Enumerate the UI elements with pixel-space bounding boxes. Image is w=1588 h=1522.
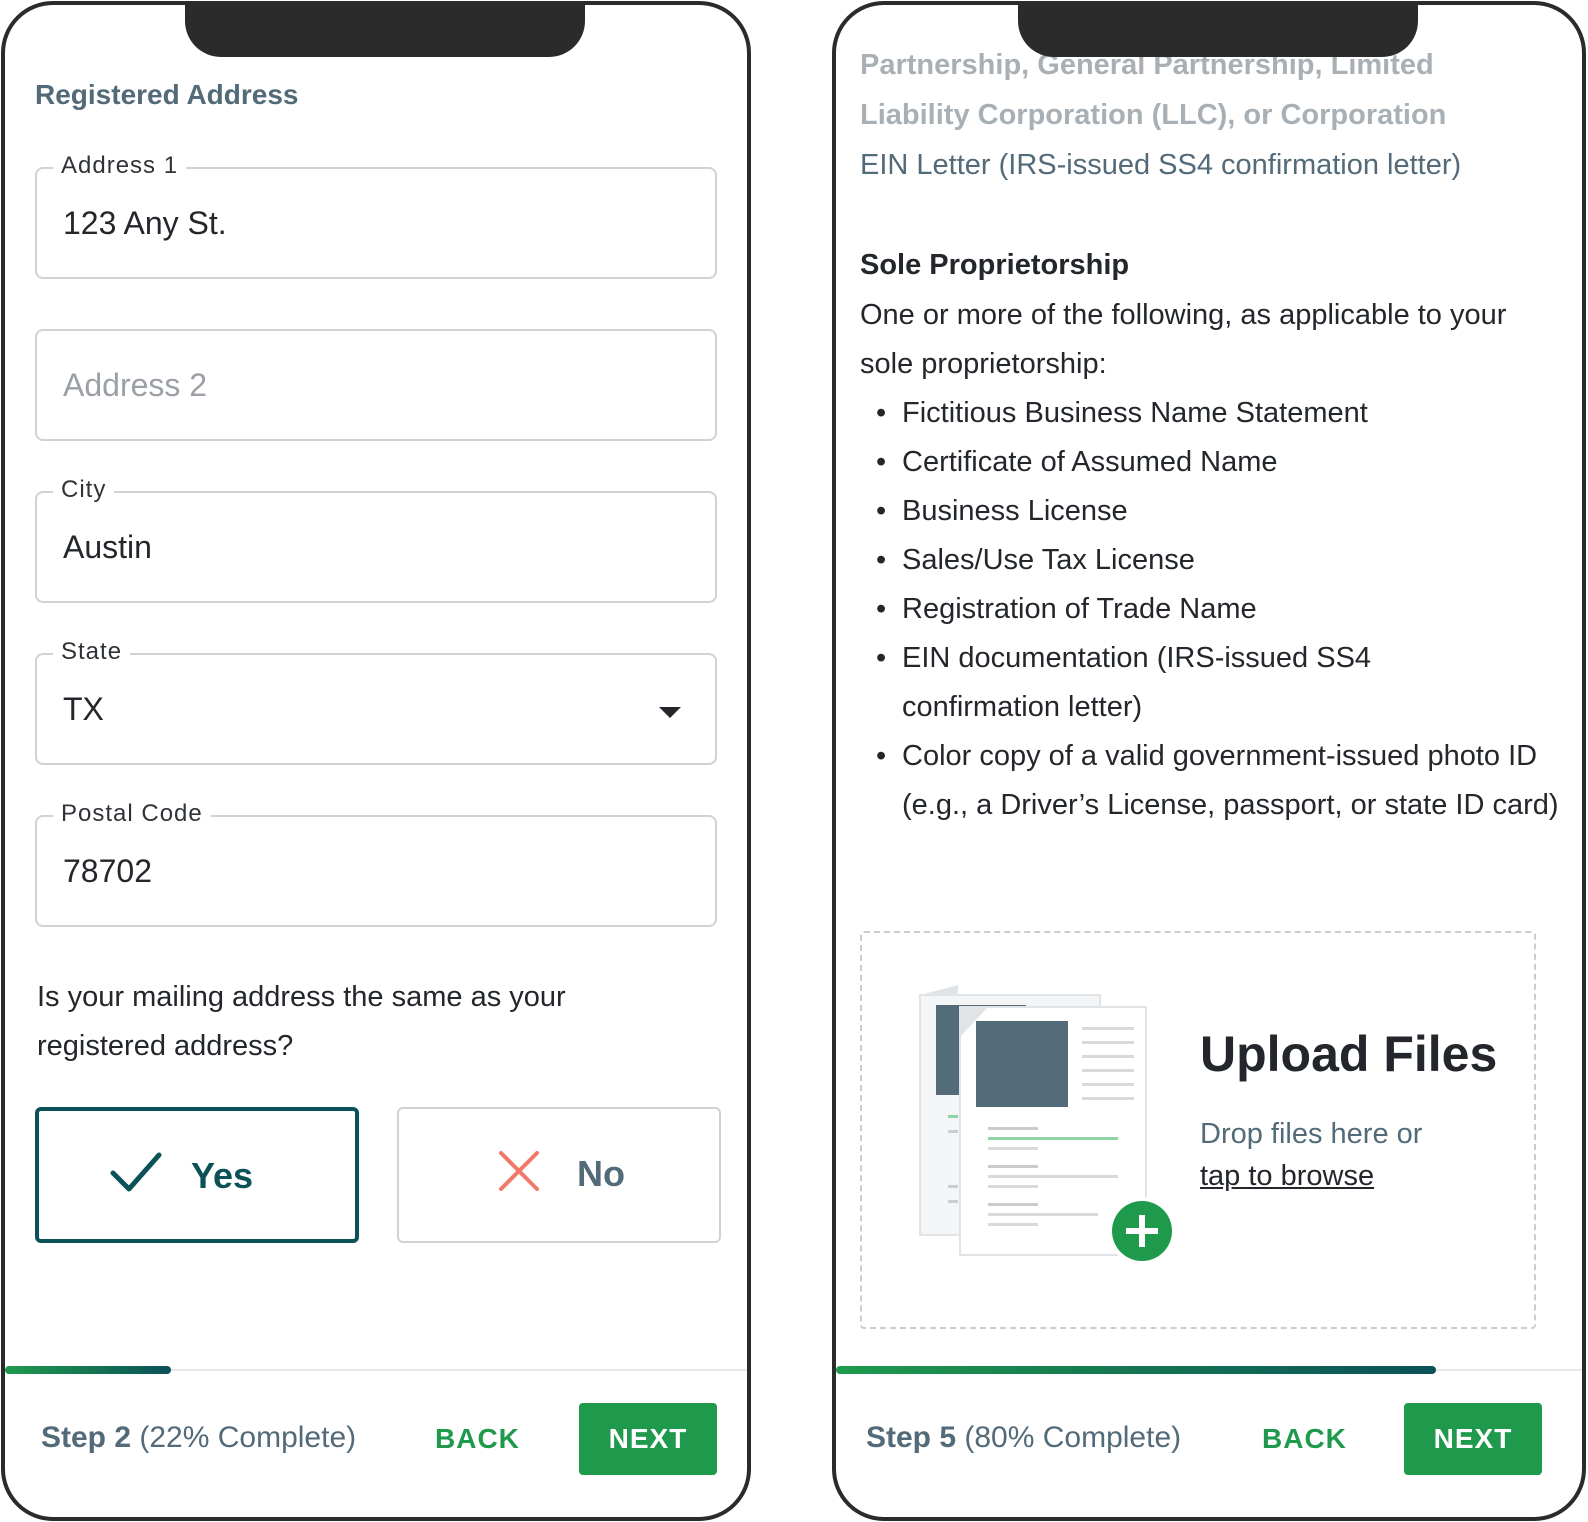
postal-code-field[interactable]: Postal Code 78702	[35, 800, 717, 927]
list-item: EIN documentation (IRS-issued SS4 confir…	[860, 634, 1420, 732]
step-percent: (80% Complete)	[964, 1421, 1182, 1454]
list-item: Business License	[860, 487, 1560, 536]
mailing-address-question: Is your mailing address the same as your…	[37, 981, 566, 1062]
city-value[interactable]: Austin	[63, 529, 152, 566]
state-value[interactable]: TX	[63, 691, 104, 728]
upload-dropzone[interactable]: Upload Files Drop files here or tap to b…	[860, 931, 1536, 1329]
address1-label: Address 1	[53, 152, 187, 180]
next-button[interactable]: NEXT	[579, 1403, 717, 1475]
sole-proprietorship-description: One or more of the following, as applica…	[860, 299, 1507, 380]
progress-bar	[5, 1366, 171, 1374]
address1-value[interactable]: 123 Any St.	[63, 205, 227, 242]
upload-title: Upload Files	[1200, 1026, 1498, 1082]
state-label: State	[53, 638, 131, 666]
yes-option-button[interactable]: Yes	[35, 1107, 359, 1243]
ein-letter-text: EIN Letter (IRS-issued SS4 confirmation …	[860, 149, 1462, 181]
sole-proprietorship-title: Sole Proprietorship	[860, 249, 1130, 281]
city-label: City	[53, 476, 115, 504]
phone-notch	[1018, 5, 1418, 57]
address2-field[interactable]: Address 2	[35, 329, 717, 441]
phone-frame-right: Partnership, General Partnership, Limite…	[832, 1, 1586, 1521]
back-button[interactable]: BACK	[435, 1423, 520, 1455]
progress-bar	[836, 1366, 1436, 1374]
step-percent: (22% Complete)	[139, 1421, 357, 1454]
browse-link[interactable]: tap to browse	[1200, 1155, 1374, 1197]
section-title: Registered Address	[35, 79, 299, 110]
state-select[interactable]: State TX	[35, 638, 717, 765]
list-item: Color copy of a valid government-issued …	[860, 732, 1560, 830]
list-item: Sales/Use Tax License	[860, 536, 1560, 585]
phone-frame-left: Registered Address Address 1 123 Any St.…	[1, 1, 751, 1521]
plus-circle-icon[interactable]	[1106, 1195, 1178, 1267]
faded-entity-text-2: Liability Corporation (LLC), or Corporat…	[860, 99, 1447, 131]
postal-code-value[interactable]: 78702	[63, 853, 152, 890]
yes-label: Yes	[191, 1155, 254, 1196]
step-label: Step 2	[41, 1421, 132, 1454]
upload-subtitle: Drop files here or	[1200, 1118, 1423, 1150]
next-button[interactable]: NEXT	[1404, 1403, 1542, 1475]
document-list: Fictitious Business Name Statement Certi…	[860, 389, 1560, 830]
close-x-icon	[499, 1151, 539, 1191]
list-item: Fictitious Business Name Statement	[860, 389, 1560, 438]
step-indicator: Step 5 (80% Complete)	[866, 1421, 1181, 1455]
address1-field[interactable]: Address 1 123 Any St.	[35, 152, 717, 279]
no-label: No	[577, 1153, 625, 1194]
city-field[interactable]: City Austin	[35, 476, 717, 603]
address2-placeholder[interactable]: Address 2	[63, 367, 207, 404]
chevron-down-icon[interactable]	[659, 707, 681, 718]
checkmark-icon	[110, 1152, 162, 1192]
phone-notch	[185, 5, 585, 57]
list-item: Registration of Trade Name	[860, 585, 1560, 634]
back-button[interactable]: BACK	[1262, 1423, 1347, 1455]
list-item: Certificate of Assumed Name	[860, 438, 1560, 487]
no-option-button[interactable]: No	[397, 1107, 721, 1243]
step-indicator: Step 2 (22% Complete)	[41, 1421, 356, 1455]
step-label: Step 5	[866, 1421, 957, 1454]
postal-code-label: Postal Code	[53, 800, 211, 828]
